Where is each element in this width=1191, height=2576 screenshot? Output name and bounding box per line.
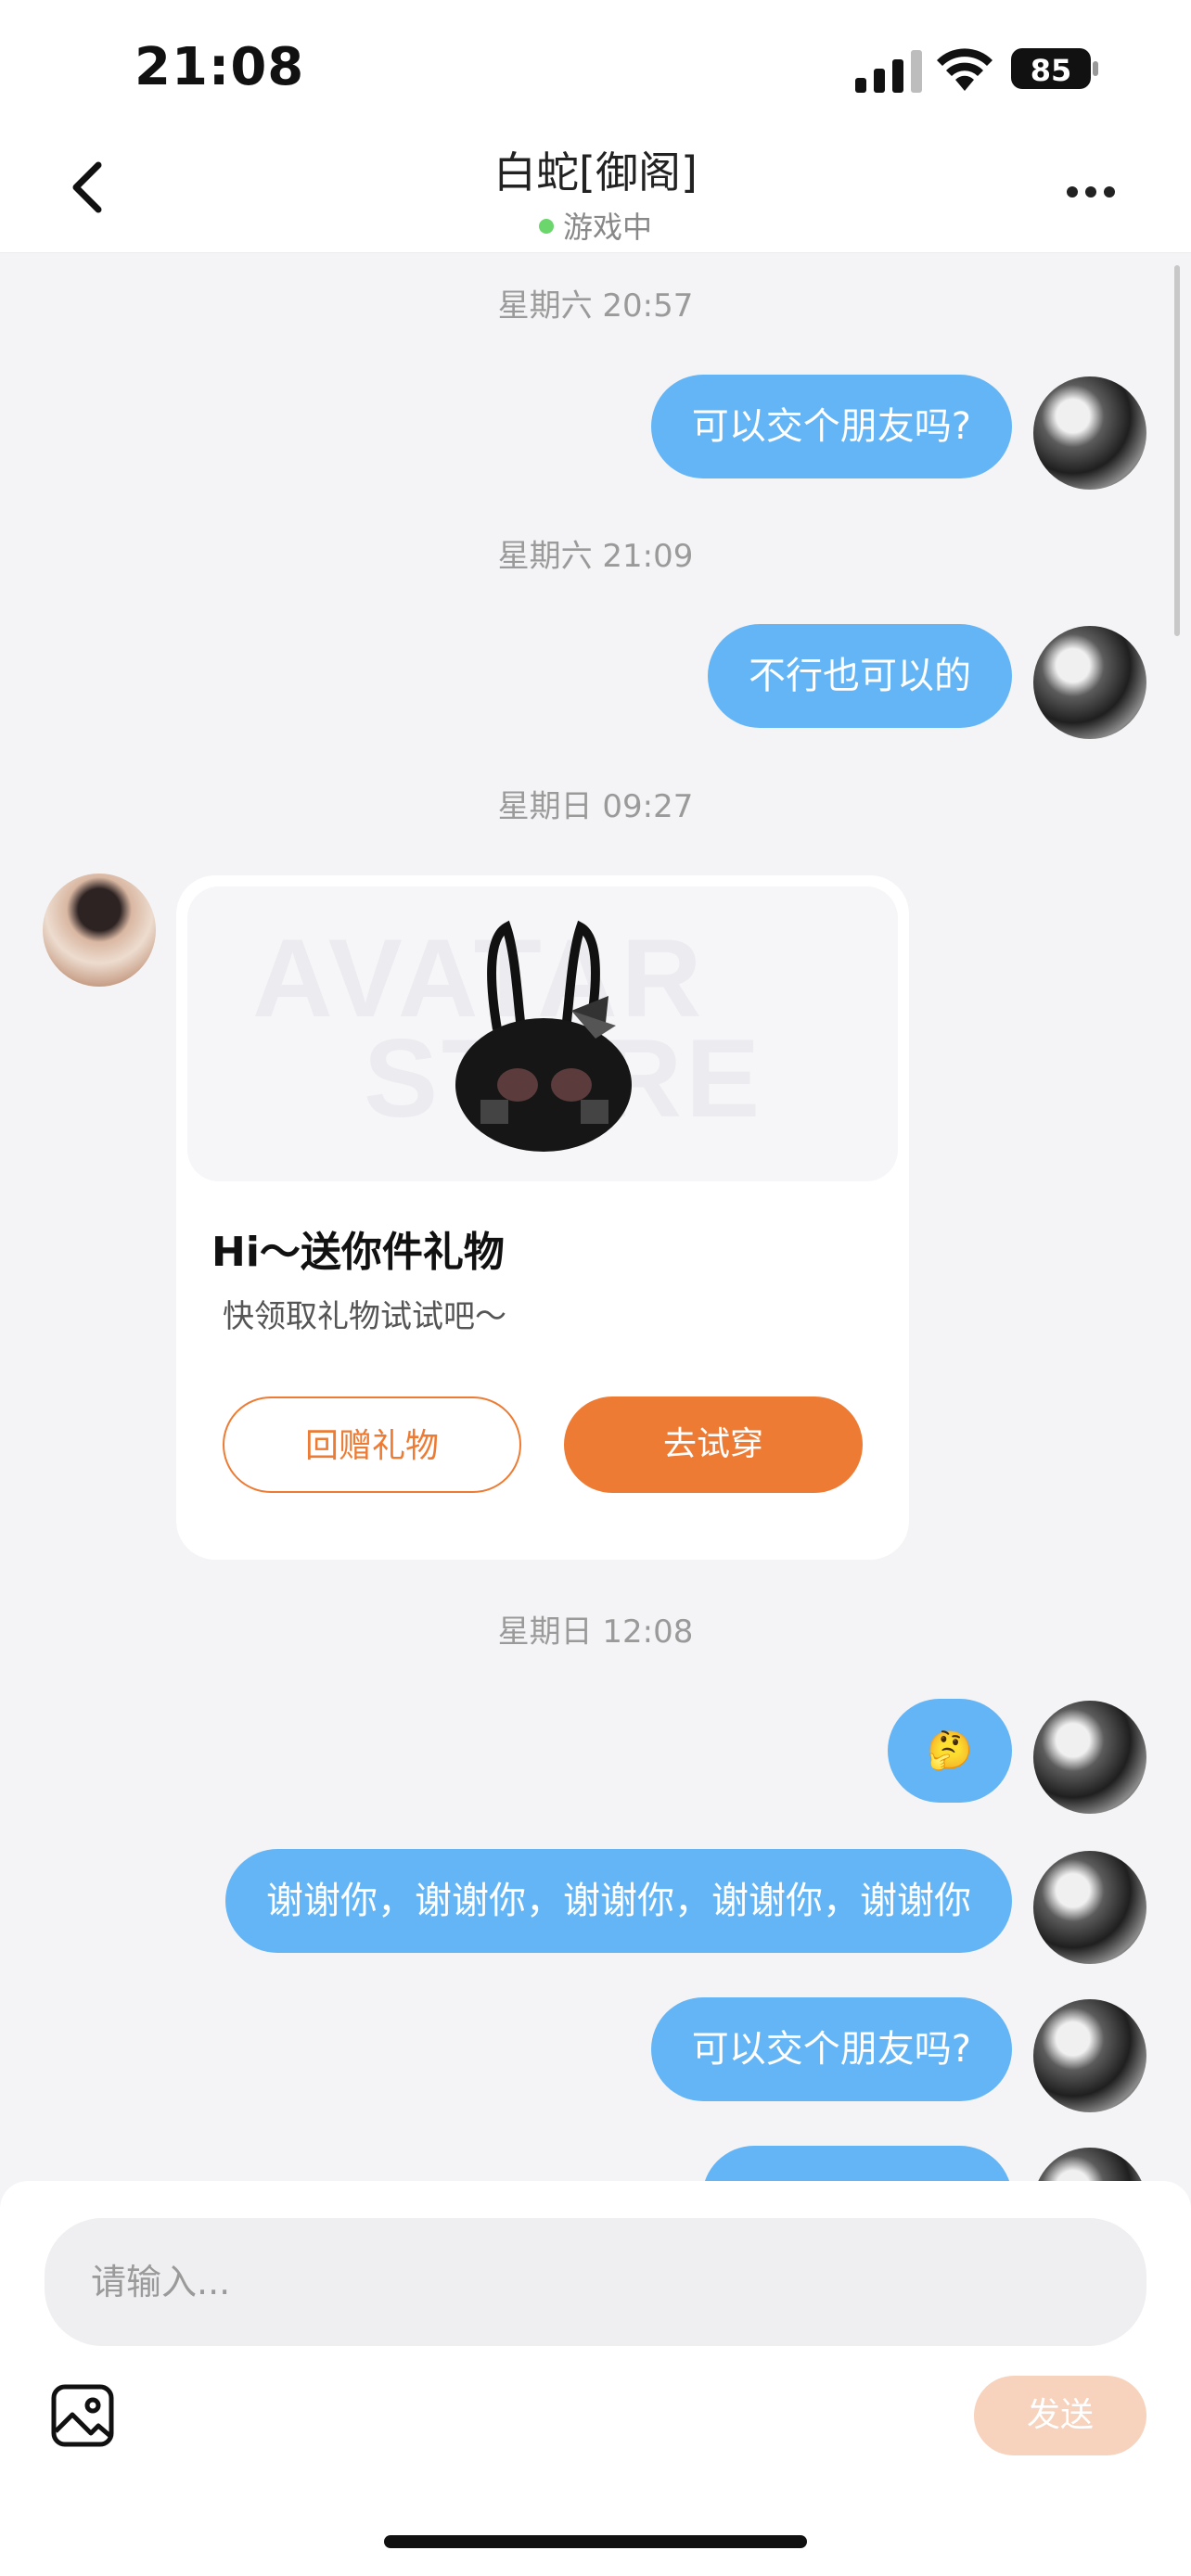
- online-dot-icon: [538, 219, 554, 234]
- message-bubble-sent[interactable]: 可以交个朋友吗?: [650, 1997, 1012, 2101]
- cellular-signal-icon: [855, 50, 922, 93]
- message-bubble-sent[interactable]: 🤔: [888, 1699, 1012, 1803]
- image-picker-icon[interactable]: [50, 2383, 115, 2448]
- my-avatar[interactable]: [1033, 1999, 1146, 2112]
- try-on-button[interactable]: 去试穿: [564, 1396, 863, 1493]
- contact-name: 白蛇[御阁]: [493, 147, 698, 198]
- more-options-icon[interactable]: [1067, 184, 1122, 198]
- message-bubble-sent[interactable]: 谢谢你，谢谢你，谢谢你，谢谢你，谢谢你: [225, 1849, 1012, 1953]
- send-button[interactable]: 发送: [974, 2376, 1146, 2455]
- my-avatar[interactable]: [1033, 1851, 1146, 1964]
- contact-status: 游戏中: [0, 204, 1191, 247]
- message-bubble-sent[interactable]: 可以交个朋友吗?: [650, 375, 1012, 478]
- backpack-gift-icon: [455, 920, 632, 1152]
- timestamp: 星期六 20:57: [497, 287, 694, 325]
- message-input-wrapper[interactable]: [45, 2218, 1146, 2346]
- chat-header: 白蛇[御阁] 游戏中: [0, 139, 1191, 253]
- timestamp: 星期日 12:08: [497, 1613, 694, 1651]
- gift-title: Hi～送你件礼物: [211, 1229, 505, 1276]
- my-avatar[interactable]: [1033, 1701, 1146, 1814]
- gift-subtitle: 快领取礼物试试吧～: [223, 1298, 506, 1335]
- my-avatar[interactable]: [1033, 626, 1146, 739]
- message-bubble-sent-partial[interactable]: [702, 2146, 1012, 2181]
- gift-image[interactable]: AVATAR STORE: [187, 886, 898, 1181]
- status-time: 21:08: [134, 37, 305, 97]
- composer: 发送: [0, 2181, 1191, 2576]
- timestamp: 星期日 09:27: [497, 788, 694, 825]
- contact-avatar[interactable]: [43, 874, 156, 987]
- return-gift-button[interactable]: 回赠礼物: [223, 1396, 521, 1493]
- message-input[interactable]: [45, 2218, 1146, 2346]
- battery-level: 85: [1031, 53, 1072, 88]
- wifi-icon: [937, 48, 992, 91]
- gift-card: AVATAR STORE Hi～送你件礼物 快领取礼物试试吧～ 回赠礼物 去试穿: [176, 875, 909, 1560]
- home-indicator: [384, 2535, 807, 2548]
- status-bar: 21:08 85: [0, 0, 1191, 139]
- contact-status-label: 游戏中: [562, 210, 652, 245]
- battery-icon: 85: [1011, 48, 1098, 89]
- my-avatar[interactable]: [1033, 2148, 1146, 2181]
- message-list[interactable]: 星期六 20:57 可以交个朋友吗? 星期六 21:09 不行也可以的 星期日 …: [0, 252, 1191, 2181]
- my-avatar[interactable]: [1033, 376, 1146, 490]
- timestamp: 星期六 21:09: [497, 538, 694, 575]
- message-bubble-sent[interactable]: 不行也可以的: [708, 624, 1012, 728]
